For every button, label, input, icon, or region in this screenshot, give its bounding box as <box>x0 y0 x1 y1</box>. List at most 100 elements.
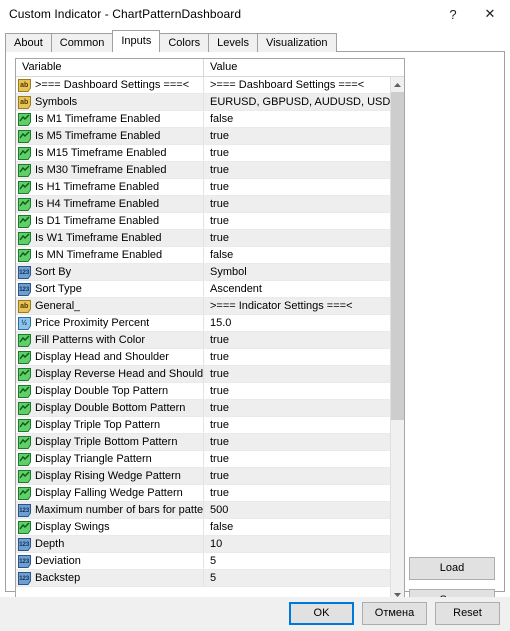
cell-value[interactable]: 10 <box>204 538 390 550</box>
cell-value[interactable]: true <box>204 334 390 346</box>
grid-row[interactable]: Display Reverse Head and Shoulder P...tr… <box>16 366 390 383</box>
cell-value[interactable]: true <box>204 164 390 176</box>
tab-inputs[interactable]: Inputs <box>112 30 161 52</box>
grid-row[interactable]: Display Head and Shoulder true <box>16 349 390 366</box>
cell-value[interactable]: Symbol <box>204 266 390 278</box>
grid-row[interactable]: Is H4 Timeframe Enabled true <box>16 196 390 213</box>
reset-button[interactable]: Reset <box>435 602 500 625</box>
variable-label: Depth <box>35 538 65 550</box>
cell-value[interactable]: true <box>204 147 390 159</box>
bool-chart-icon <box>18 350 31 364</box>
grid-vertical-scrollbar[interactable] <box>390 77 404 602</box>
tab-about[interactable]: About <box>5 33 52 52</box>
bool-chart-icon <box>18 418 31 432</box>
variable-label: Display Swings <box>35 521 110 533</box>
close-button[interactable]: ✕ <box>470 0 510 28</box>
variable-label: Symbols <box>35 96 78 108</box>
grid-row[interactable]: Display Triangle Pattern true <box>16 451 390 468</box>
cell-value[interactable]: false <box>204 521 390 533</box>
grid-row[interactable]: 123 Backstep 5 <box>16 570 390 587</box>
grid-row[interactable]: 123 Deviation 5 <box>16 553 390 570</box>
cell-value[interactable]: 5 <box>204 572 390 584</box>
column-header-variable[interactable]: Variable <box>16 59 204 76</box>
cell-variable: 123 Sort By <box>16 264 204 280</box>
grid-row[interactable]: Display Falling Wedge Pattern true <box>16 485 390 502</box>
grid-row[interactable]: Display Swings false <box>16 519 390 536</box>
integer-123-icon: 123 <box>18 571 31 585</box>
cell-value[interactable]: 15.0 <box>204 317 390 329</box>
cell-value[interactable]: true <box>204 130 390 142</box>
cell-value[interactable]: EURUSD, GBPUSD, AUDUSD, USDCAD... <box>204 96 390 108</box>
cell-value[interactable]: true <box>204 453 390 465</box>
column-header-value[interactable]: Value <box>204 59 404 76</box>
double-half-icon: ½ <box>18 316 31 330</box>
grid-row[interactable]: Is W1 Timeframe Enabled true <box>16 230 390 247</box>
cell-value[interactable]: false <box>204 113 390 125</box>
cell-variable: 123 Maximum number of bars for patterns s… <box>16 502 204 518</box>
grid-row[interactable]: 123 Maximum number of bars for patterns s… <box>16 502 390 519</box>
help-button[interactable]: ? <box>436 0 470 28</box>
cell-variable: Display Triple Bottom Pattern <box>16 434 204 450</box>
ok-button[interactable]: OK <box>289 602 354 625</box>
cancel-button[interactable]: Отмена <box>362 602 427 625</box>
cell-value[interactable]: true <box>204 198 390 210</box>
cell-value[interactable]: true <box>204 385 390 397</box>
grid-row[interactable]: Is MN Timeframe Enabled false <box>16 247 390 264</box>
cell-value[interactable]: true <box>204 232 390 244</box>
grid-row[interactable]: Display Double Top Pattern true <box>16 383 390 400</box>
bool-chart-icon <box>18 452 31 466</box>
bool-chart-icon <box>18 112 31 126</box>
cell-value[interactable]: true <box>204 181 390 193</box>
scroll-up-arrow-icon[interactable] <box>391 77 404 92</box>
cell-value[interactable]: Ascendent <box>204 283 390 295</box>
grid-row[interactable]: Is H1 Timeframe Enabled true <box>16 179 390 196</box>
grid-row[interactable]: Is M15 Timeframe Enabled true <box>16 145 390 162</box>
cell-value[interactable]: true <box>204 487 390 499</box>
grid-row[interactable]: 123 Sort Type Ascendent <box>16 281 390 298</box>
tab-visualization[interactable]: Visualization <box>256 33 337 52</box>
variable-label: Display Double Bottom Pattern <box>35 402 186 414</box>
grid-row[interactable]: ½ Price Proximity Percent 15.0 <box>16 315 390 332</box>
tab-common[interactable]: Common <box>50 33 114 52</box>
cell-value[interactable]: >=== Indicator Settings ===< <box>204 300 390 312</box>
grid-row[interactable]: Is M1 Timeframe Enabled false <box>16 111 390 128</box>
grid-row[interactable]: ab >=== Dashboard Settings ===< >=== Dashb… <box>16 77 390 94</box>
cell-variable: Display Triangle Pattern <box>16 451 204 467</box>
cell-variable: Display Swings <box>16 519 204 535</box>
cell-value[interactable]: >=== Dashboard Settings ===< <box>204 79 390 91</box>
grid-row[interactable]: Is D1 Timeframe Enabled true <box>16 213 390 230</box>
cell-value[interactable]: true <box>204 402 390 414</box>
grid-row[interactable]: Is M5 Timeframe Enabled true <box>16 128 390 145</box>
grid-row[interactable]: Display Rising Wedge Pattern true <box>16 468 390 485</box>
cell-value[interactable]: true <box>204 436 390 448</box>
cell-value[interactable]: 5 <box>204 555 390 567</box>
grid-row[interactable]: 123 Sort By Symbol <box>16 264 390 281</box>
tab-levels[interactable]: Levels <box>208 33 258 52</box>
window-controls: ? ✕ <box>436 0 510 28</box>
cell-value[interactable]: true <box>204 215 390 227</box>
grid-row[interactable]: ab Symbols EURUSD, GBPUSD, AUDUSD, USDCAD.… <box>16 94 390 111</box>
grid-row[interactable]: Is M30 Timeframe Enabled true <box>16 162 390 179</box>
variable-label: Is M1 Timeframe Enabled <box>35 113 161 125</box>
cell-value[interactable]: true <box>204 470 390 482</box>
grid-row[interactable]: Fill Patterns with Color true <box>16 332 390 349</box>
grid-row[interactable]: 123 Depth 10 <box>16 536 390 553</box>
svg-text:ab: ab <box>20 303 28 310</box>
bool-chart-icon <box>18 384 31 398</box>
tab-colors[interactable]: Colors <box>159 33 210 52</box>
grid-row[interactable]: Display Triple Bottom Pattern true <box>16 434 390 451</box>
grid-row[interactable]: Display Double Bottom Pattern true <box>16 400 390 417</box>
scrollbar-thumb[interactable] <box>391 92 404 420</box>
cell-variable: Is H1 Timeframe Enabled <box>16 179 204 195</box>
load-button[interactable]: Load <box>409 557 495 580</box>
cell-value[interactable]: true <box>204 351 390 363</box>
bool-chart-icon <box>18 401 31 415</box>
grid-row[interactable]: Display Triple Top Pattern true <box>16 417 390 434</box>
cell-value[interactable]: true <box>204 368 390 380</box>
footer-button-group: OK Отмена Reset <box>289 602 500 625</box>
bool-chart-icon <box>18 129 31 143</box>
cell-value[interactable]: false <box>204 249 390 261</box>
cell-value[interactable]: 500 <box>204 504 390 516</box>
grid-row[interactable]: ab General_ >=== Indicator Settings ===< <box>16 298 390 315</box>
cell-value[interactable]: true <box>204 419 390 431</box>
